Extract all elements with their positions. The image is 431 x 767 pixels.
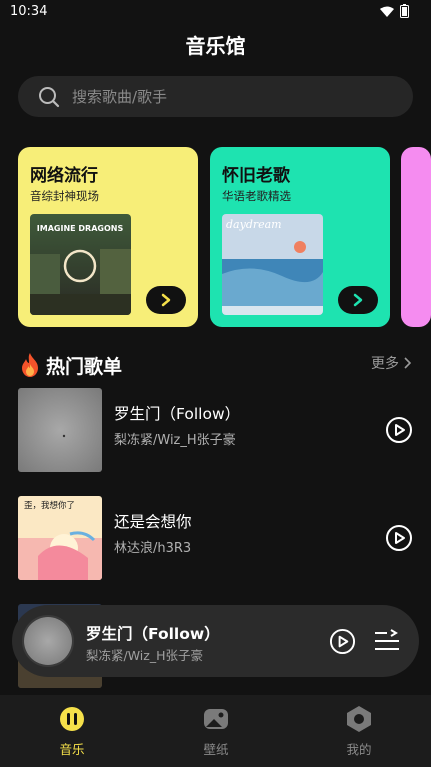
mini-player-cover	[22, 615, 74, 667]
search-bar[interactable]: 搜索歌曲/歌手	[18, 76, 413, 117]
cover-text: 歪，我想你了	[24, 500, 75, 511]
chevron-right-icon	[353, 293, 363, 307]
page-title: 音乐馆	[185, 34, 246, 58]
fire-icon	[22, 353, 38, 377]
mini-player[interactable]: 罗生门（Follow） 梨冻紧/Wiz_H张子豪	[12, 605, 419, 677]
card-cover-image: IMAGINE DRAGONS	[30, 214, 131, 315]
search-icon	[39, 86, 60, 107]
section-title: 热门歌单	[46, 356, 123, 378]
card-play-button[interactable]	[146, 286, 186, 314]
tab-wallpaper[interactable]: 壁纸	[176, 705, 256, 758]
mini-player-artist: 梨冻紧/Wiz_H张子豪	[86, 648, 203, 663]
song-artist: 梨冻紧/Wiz_H张子豪	[114, 433, 236, 448]
search-input[interactable]: 搜索歌曲/歌手	[72, 86, 167, 107]
tab-music[interactable]: 音乐	[32, 705, 112, 758]
cover-text: daydream	[226, 218, 282, 231]
wallpaper-tab-icon	[204, 709, 228, 729]
play-circle-icon[interactable]	[385, 524, 413, 552]
mini-player-title: 罗生门（Follow）	[86, 625, 220, 643]
song-cover-image	[18, 388, 102, 472]
more-label: 更多	[371, 356, 399, 372]
card-subtitle: 音综封神现场	[30, 189, 99, 203]
hot-playlists-header: 热门歌单 更多	[18, 350, 413, 380]
status-time: 10:34	[10, 4, 48, 19]
card-play-button[interactable]	[338, 286, 378, 314]
tab-label: 音乐	[59, 742, 85, 757]
battery-icon	[400, 4, 409, 18]
playlist-card-internet-pop[interactable]: 网络流行 音综封神现场 IMAGINE DRAGONS	[18, 147, 198, 327]
profile-tab-icon	[347, 706, 371, 732]
tab-profile[interactable]: 我的	[319, 705, 399, 758]
card-title: 怀旧老歌	[222, 166, 290, 186]
song-row[interactable]: 歪，我想你了 还是会想你 林达浪/h3R3	[18, 496, 413, 580]
music-tab-icon	[60, 707, 84, 731]
wifi-icon	[380, 6, 394, 17]
playlist-icon[interactable]	[374, 629, 400, 653]
status-icons	[380, 4, 409, 18]
card-title: 网络流行	[30, 166, 98, 186]
cover-text: IMAGINE DRAGONS	[37, 224, 124, 233]
status-bar: 10:34	[0, 0, 431, 26]
tab-label: 壁纸	[203, 742, 229, 757]
song-title: 还是会想你	[114, 513, 192, 531]
chevron-right-icon	[404, 357, 411, 369]
song-row[interactable]: 罗生门（Follow） 梨冻紧/Wiz_H张子豪	[18, 388, 413, 472]
play-circle-icon[interactable]	[385, 416, 413, 444]
song-cover-image: 歪，我想你了	[18, 496, 102, 580]
song-title: 罗生门（Follow）	[114, 405, 241, 423]
more-link[interactable]: 更多	[371, 353, 411, 373]
playlist-card-oldies[interactable]: 怀旧老歌 华语老歌精选 daydream	[210, 147, 390, 327]
card-cover-image: daydream	[222, 214, 323, 315]
song-artist: 林达浪/h3R3	[114, 541, 192, 556]
play-circle-icon[interactable]	[329, 628, 356, 655]
playlist-card-partial[interactable]	[401, 147, 431, 327]
playlist-carousel[interactable]: 网络流行 音综封神现场 IMAGINE DRAGONS 怀旧老歌 华语老歌精选 …	[18, 147, 431, 327]
tab-label: 我的	[346, 742, 372, 757]
card-subtitle: 华语老歌精选	[222, 189, 291, 203]
bottom-tab-bar: 音乐 壁纸 我的	[0, 695, 431, 767]
chevron-right-icon	[161, 293, 171, 307]
